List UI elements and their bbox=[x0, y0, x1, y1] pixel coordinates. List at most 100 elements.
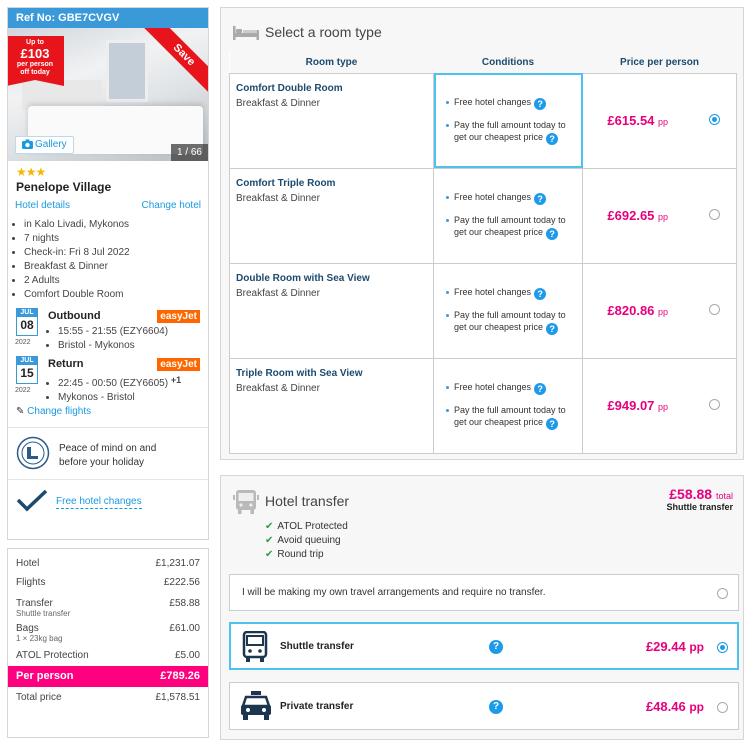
col-room-type: Room type bbox=[229, 52, 434, 74]
price-row-total: Total price £1,578.51 bbox=[8, 692, 208, 703]
room-name[interactable]: Double Room with Sea View bbox=[236, 273, 370, 284]
room-price: £820.86 bbox=[607, 303, 655, 318]
hotel-name: Penelope Village bbox=[16, 180, 112, 194]
condition-text: Free hotel changes bbox=[454, 192, 532, 202]
row-label: ATOL Protection bbox=[16, 650, 89, 661]
no-transfer-radio[interactable] bbox=[717, 588, 728, 599]
bed-icon bbox=[233, 26, 259, 40]
per-person-value: £789.26 bbox=[160, 670, 200, 682]
shuttle-bus-icon bbox=[242, 631, 268, 662]
free-changes-block[interactable]: Free hotel changes bbox=[8, 479, 208, 519]
easyjet-logo: easyJet bbox=[157, 358, 200, 371]
hotel-photo[interactable]: Up to £103 per person off today Save Gal… bbox=[8, 28, 208, 161]
transfer-price-summary: £58.88 total Shuttle transfer bbox=[666, 486, 733, 512]
pencil-icon: ✎ bbox=[16, 406, 25, 417]
price-row-atol: ATOL Protection £5.00 bbox=[8, 650, 208, 661]
return-time: 22:45 - 00:50 (EZY6605) bbox=[58, 378, 169, 389]
room-board: Breakfast & Dinner bbox=[236, 192, 320, 204]
row-value: £1,231.07 bbox=[155, 558, 201, 569]
transfer-total-label: total bbox=[715, 491, 733, 501]
room-row[interactable]: Double Room with Sea View Breakfast & Din… bbox=[229, 262, 737, 359]
private-price: £48.46 bbox=[645, 699, 686, 714]
room-row[interactable]: Comfort Triple Room Breakfast & Dinner Fre… bbox=[229, 167, 737, 264]
room-board: Breakfast & Dinner bbox=[236, 97, 320, 109]
room-name-cell: Comfort Double Room Breakfast & Dinner bbox=[229, 72, 434, 169]
private-transfer-option[interactable]: Private transfer ? £48.46 pp bbox=[229, 682, 739, 730]
room-radio-cell[interactable] bbox=[692, 167, 737, 264]
room-radio[interactable] bbox=[708, 113, 720, 125]
change-flights-link[interactable]: ✎ Change flights bbox=[8, 406, 208, 417]
room-row[interactable]: Comfort Double Room Breakfast & Dinner Fre… bbox=[229, 72, 737, 169]
price-row-hotel: Hotel £1,231.07 bbox=[8, 558, 208, 569]
badge-line2: off today bbox=[20, 69, 50, 76]
shuttle-radio[interactable] bbox=[717, 642, 728, 653]
price-row-bags: Bags £61.00 bbox=[8, 623, 208, 634]
transfer-price: £58.88 bbox=[669, 486, 713, 502]
outbound-label: Outbound bbox=[48, 310, 101, 322]
outbound-day: 08 bbox=[20, 318, 34, 332]
room-radio[interactable] bbox=[708, 208, 720, 220]
info-icon[interactable]: ? bbox=[534, 288, 547, 300]
private-radio[interactable] bbox=[717, 702, 728, 713]
info-icon[interactable]: ? bbox=[546, 323, 559, 335]
star-rating: ★★★ bbox=[16, 165, 46, 179]
change-flights-label: Change flights bbox=[27, 406, 92, 417]
gallery-button[interactable]: Gallery bbox=[15, 136, 74, 154]
shuttle-pp: pp bbox=[689, 640, 704, 654]
room-radio-cell[interactable] bbox=[692, 262, 737, 359]
discount-badge: Up to £103 per person off today bbox=[8, 36, 64, 86]
room-conditions: Free hotel changes? Pay the full amount t… bbox=[433, 262, 583, 359]
row-value: £5.00 bbox=[174, 650, 200, 661]
easyjet-logo: easyJet bbox=[157, 310, 200, 323]
room-conditions: Free hotel changes? Pay the full amount t… bbox=[433, 357, 583, 454]
room-price-cell: £615.54 pp bbox=[582, 72, 693, 169]
outbound-time: 15:55 - 21:55 (EZY6604) bbox=[58, 325, 168, 339]
room-radio-cell[interactable] bbox=[692, 72, 737, 169]
private-info-icon[interactable]: ? bbox=[489, 700, 503, 714]
atol-text-1: Peace of mind on and bbox=[59, 443, 157, 454]
condition-pay-full: Pay the full amount today to get our che… bbox=[446, 404, 571, 430]
room-name[interactable]: Triple Room with Sea View bbox=[236, 368, 363, 379]
room-radio[interactable] bbox=[708, 303, 720, 315]
condition-pay-full: Pay the full amount today to get our che… bbox=[446, 214, 571, 240]
info-icon[interactable]: ? bbox=[534, 193, 547, 205]
row-value: £61.00 bbox=[169, 623, 200, 634]
hotel-facts: in Kalo Livadi, Mykonos 7 nights Check-i… bbox=[8, 211, 208, 302]
hotel-details-link[interactable]: Hotel details bbox=[15, 200, 70, 211]
row-label: Hotel bbox=[16, 558, 40, 569]
room-name[interactable]: Comfort Double Room bbox=[236, 83, 343, 94]
room-row[interactable]: Triple Room with Sea View Breakfast & Din… bbox=[229, 357, 737, 454]
condition-pay-full: Pay the full amount today to get our che… bbox=[446, 309, 571, 335]
fact-room: Comfort Double Room bbox=[24, 288, 200, 302]
return-flight: JUL 15 2022 Return easyJet 22:45 - 00:50… bbox=[8, 356, 208, 404]
info-icon[interactable]: ? bbox=[546, 133, 559, 145]
room-radio-cell[interactable] bbox=[692, 357, 737, 454]
transfer-panel-title: Hotel transfer bbox=[265, 493, 350, 509]
room-price-cell: £692.65 pp bbox=[582, 167, 693, 264]
info-icon[interactable]: ? bbox=[534, 98, 547, 110]
change-hotel-link[interactable]: Change hotel bbox=[142, 200, 202, 211]
row-label: Bags bbox=[16, 623, 39, 634]
atol-block: Peace of mind on and before your holiday bbox=[8, 427, 208, 479]
shuttle-transfer-option[interactable]: Shuttle transfer ? £29.44 pp bbox=[229, 622, 739, 670]
per-person-bar: Per person £789.26 bbox=[8, 666, 208, 687]
info-icon[interactable]: ? bbox=[534, 383, 547, 395]
total-label: Total price bbox=[16, 692, 62, 703]
room-board: Breakfast & Dinner bbox=[236, 287, 320, 299]
room-radio[interactable] bbox=[708, 398, 720, 410]
fact-nights: 7 nights bbox=[24, 232, 200, 246]
outbound-flight: JUL 08 2022 Outbound easyJet 15:55 - 21:… bbox=[8, 308, 208, 356]
info-icon[interactable]: ? bbox=[546, 418, 559, 430]
feature-queue: Avoid queuing bbox=[265, 534, 348, 548]
atol-logo-icon bbox=[16, 436, 50, 470]
no-transfer-option[interactable]: I will be making my own travel arrangeme… bbox=[229, 574, 739, 611]
shuttle-info-icon[interactable]: ? bbox=[489, 640, 503, 654]
row-label: Transfer bbox=[16, 598, 53, 609]
condition-text: Free hotel changes bbox=[454, 97, 532, 107]
room-name-cell: Comfort Triple Room Breakfast & Dinner bbox=[229, 167, 434, 264]
info-icon[interactable]: ? bbox=[546, 228, 559, 240]
next-day-indicator: +1 bbox=[170, 375, 182, 385]
room-conditions: Free hotel changes? Pay the full amount t… bbox=[433, 72, 583, 169]
room-name[interactable]: Comfort Triple Room bbox=[236, 178, 335, 189]
price-summary: Hotel £1,231.07 Flights £222.56 Transfer £5… bbox=[7, 548, 209, 738]
